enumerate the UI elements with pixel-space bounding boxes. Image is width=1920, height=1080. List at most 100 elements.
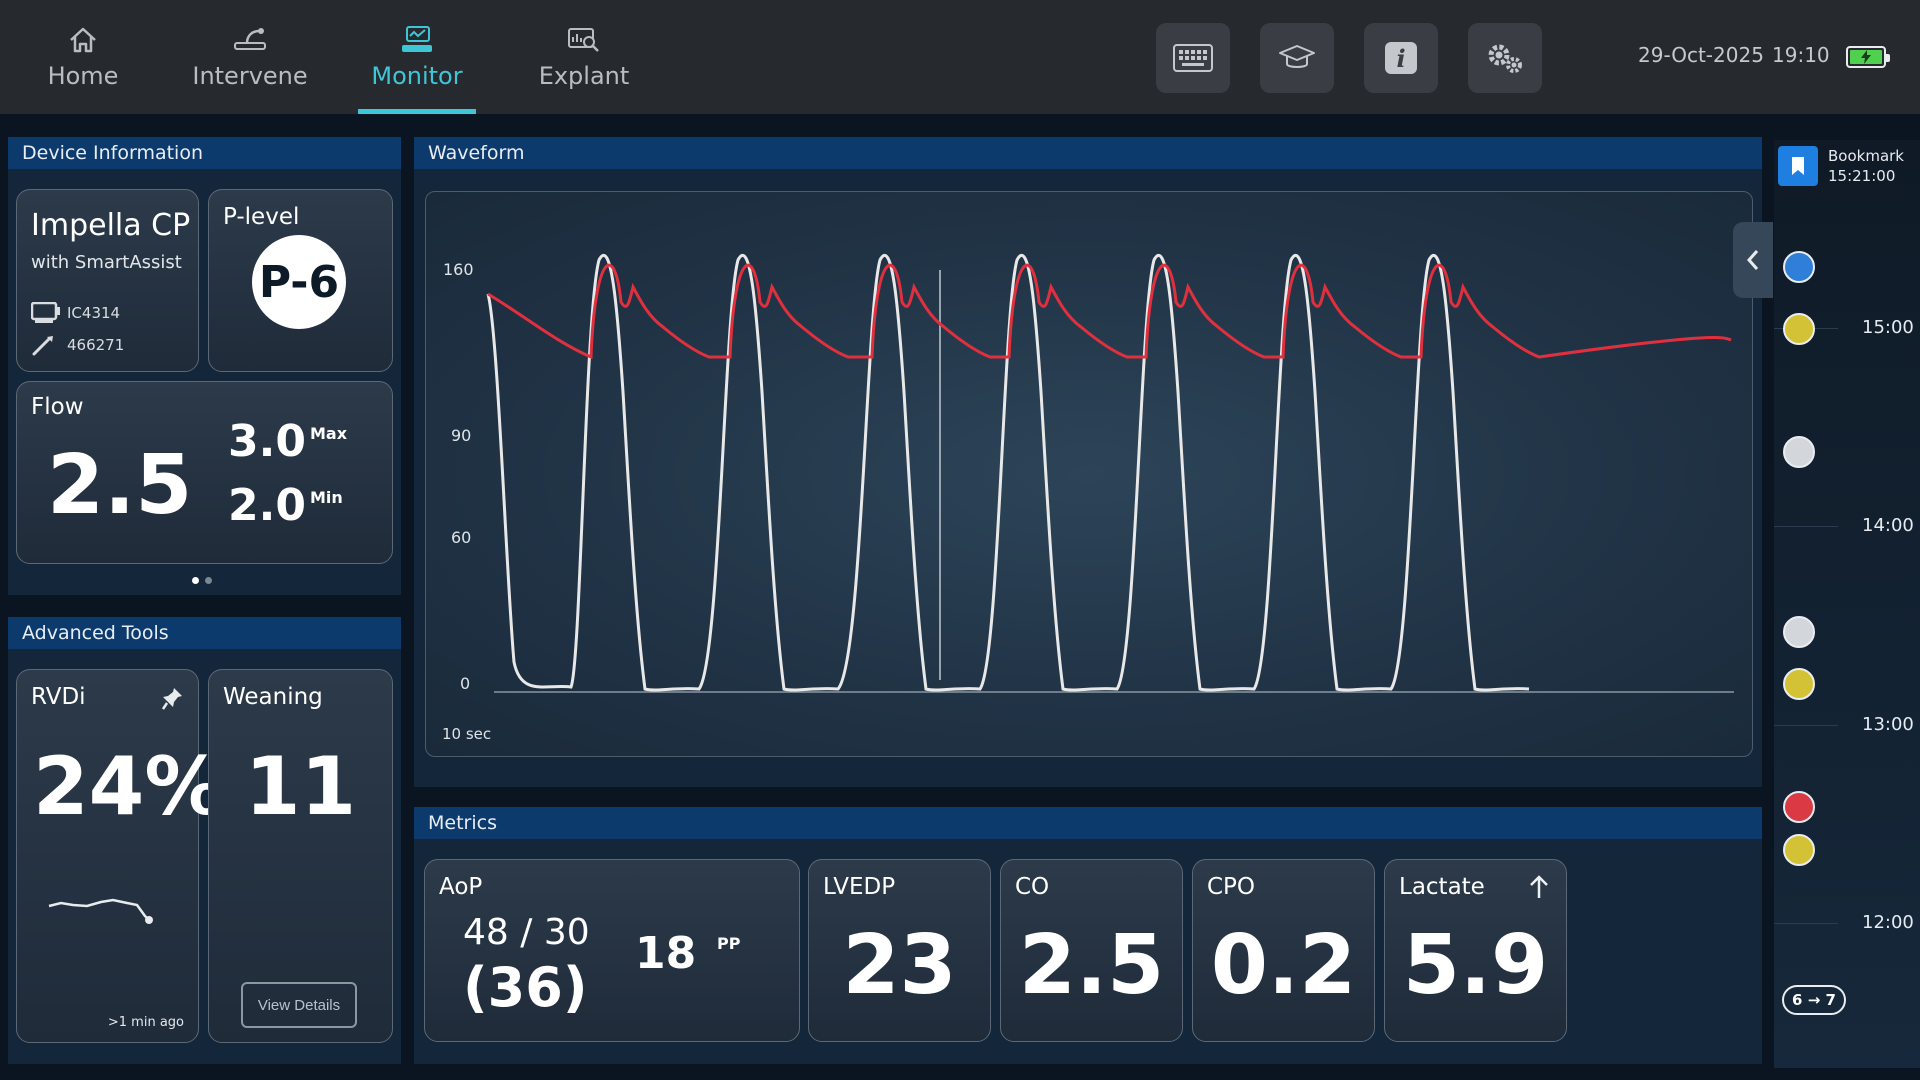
timeline-event-marker[interactable] [1783,668,1815,700]
aop-label: AoP [439,874,483,900]
collapse-timeline-button[interactable] [1733,222,1773,298]
device-name: Impella CP [31,208,191,243]
flow-value: 2.5 [47,438,193,533]
monitor-icon [397,24,437,56]
timeline-event-marker[interactable] [1783,616,1815,648]
metrics-panel: Metrics AoP 48 / 30 (36) 18 PP LVEDP 23 … [414,807,1762,1064]
rvdi-value: 24% [33,740,225,833]
rvdi-label: RVDi [31,684,86,710]
view-details-button[interactable]: View Details [241,982,357,1028]
catheter-id: 466271 [67,336,125,354]
co-label: CO [1015,874,1050,900]
cpo-card[interactable]: CPO 0.2 [1192,859,1375,1042]
flow-min-value: 2.0 [228,480,306,531]
co-value: 2.5 [1018,918,1165,1013]
pulse-pressure-value: 18 [635,928,697,979]
weaning-card[interactable]: Weaning 11 View Details [208,669,393,1043]
lactate-card[interactable]: Lactate 5.9 [1384,859,1567,1042]
console-icon [31,302,67,324]
lactate-label: Lactate [1399,874,1485,900]
flow-max-label: Max [310,424,348,443]
panel-title: Advanced Tools [8,617,401,649]
time-scale-label: 10 sec [442,725,491,743]
y-tick-0: 0 [460,674,470,693]
weaning-label: Weaning [223,684,323,710]
timeline-event-marker[interactable] [1783,436,1815,468]
rvdi-trend-sparkline [48,898,153,924]
panel-title: Waveform [414,137,1762,169]
timeline-event-marker[interactable] [1783,791,1815,823]
advanced-tools-panel: Advanced Tools RVDi 24% >1 min ago Weani… [8,617,401,1064]
cpo-value: 0.2 [1210,918,1357,1013]
flow-label: Flow [31,394,84,420]
rvdi-card[interactable]: RVDi 24% >1 min ago [16,669,224,1043]
timeline-time-1400: 14:00 [1862,515,1914,536]
lactate-value: 5.9 [1402,918,1549,1013]
lvedp-label: LVEDP [823,874,896,900]
timeline-time-1200: 12:00 [1862,912,1914,933]
lvedp-card[interactable]: LVEDP 23 [808,859,991,1042]
flow-card[interactable]: Flow 2.5 3.0 Max 2.0 Min [16,381,393,564]
bookmark-time: 15:21:00 [1828,167,1896,185]
active-tab-indicator [358,109,476,114]
page-indicator[interactable] [192,577,212,584]
info-icon: i [1385,42,1417,74]
aop-card[interactable]: AoP 48 / 30 (36) 18 PP [424,859,800,1042]
aop-mean: (36) [463,956,588,1019]
plevel-label: P-level [223,204,300,230]
y-tick-160: 160 [443,260,474,279]
device-information-panel: Device Information Impella CP with Smart… [8,137,401,595]
bookmark-button[interactable]: Bookmark 15:21:00 [1778,142,1910,190]
timeline-event-marker[interactable] [1783,834,1815,866]
timeline-time-1500: 15:00 [1862,317,1914,338]
device-subtitle: with SmartAssist [31,252,182,273]
settings-icon [1488,44,1522,73]
svg-text:i: i [1396,44,1405,73]
bookmark-icon [1778,146,1818,186]
intervene-icon [230,24,270,56]
home-icon [63,24,103,56]
lv-pressure-trace [486,253,1530,692]
timeline-time-1300: 13:00 [1862,714,1914,735]
weaning-value: 11 [244,740,357,833]
co-card[interactable]: CO 2.5 [1000,859,1183,1042]
catheter-icon [31,334,67,356]
lvedp-value: 23 [842,918,957,1013]
device-card[interactable]: Impella CP with SmartAssist IC4314 46627… [16,189,199,372]
timeline-event-marker[interactable] [1783,251,1815,283]
settings-button[interactable] [1468,23,1542,93]
graduation-cap-icon [1279,45,1315,68]
training-button[interactable] [1260,23,1334,93]
aop-systolic-diastolic: 48 / 30 [463,912,590,953]
plevel-change-badge[interactable]: 6 → 7 [1782,985,1846,1015]
nav-explant[interactable]: Explant [532,0,636,114]
date-display: 29-Oct-2025 [1638,43,1764,67]
keyboard-button[interactable] [1156,23,1230,93]
event-timeline[interactable]: Bookmark 15:21:00 15:00 14:00 13:00 12:0… [1774,140,1920,1068]
pulse-pressure-label: PP [717,934,741,953]
top-bar: Home Intervene Monitor Explant i 29-Oct-… [0,0,1920,114]
bookmark-label: Bookmark [1828,147,1904,165]
explant-icon [564,24,604,56]
panel-title: Metrics [414,807,1762,839]
rvdi-timestamp: >1 min ago [107,1015,184,1030]
waveform-svg: 160 90 60 0 10 sec [442,253,1734,743]
y-tick-60: 60 [451,528,471,547]
pin-icon[interactable] [162,686,184,710]
info-button[interactable]: i [1364,23,1438,93]
flow-min-label: Min [310,488,343,507]
aortic-pressure-trace [487,263,1732,360]
keyboard-icon [1173,44,1213,72]
nav-home[interactable]: Home [30,0,136,114]
nav-monitor[interactable]: Monitor [358,0,476,114]
panel-title: Device Information [8,137,401,169]
waveform-chart[interactable]: 160 90 60 0 10 sec [425,191,1753,757]
nav-intervene[interactable]: Intervene [190,0,310,114]
battery-icon [1846,46,1890,68]
plevel-card[interactable]: P-level P-6 [208,189,393,372]
console-id: IC4314 [67,304,121,322]
cpo-label: CPO [1207,874,1256,900]
flow-max-value: 3.0 [228,416,306,467]
y-tick-90: 90 [451,426,471,445]
timeline-event-marker[interactable] [1783,313,1815,345]
